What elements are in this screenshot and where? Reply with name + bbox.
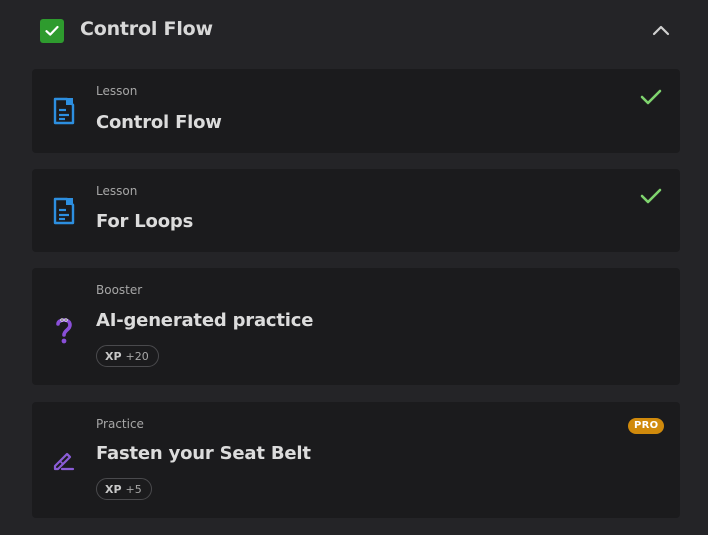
item-title: For Loops (96, 211, 194, 232)
lesson-doc-icon (52, 97, 76, 129)
xp-value: +20 (125, 349, 149, 363)
practice-card-seat-belt[interactable]: Practice Fasten your Seat Belt PRO XP +5 (32, 402, 680, 518)
xp-value: +5 (125, 482, 142, 496)
completed-check-icon (640, 187, 662, 209)
xp-label: XP (105, 482, 122, 496)
item-kind-label: Lesson (96, 184, 138, 198)
xp-reward-pill: XP +20 (96, 345, 159, 367)
xp-reward-pill: XP +5 (96, 478, 152, 500)
chevron-up-icon[interactable] (651, 22, 671, 38)
item-kind-label: Booster (96, 283, 143, 297)
section-completed-checkbox-icon (40, 19, 64, 43)
item-title: Control Flow (96, 112, 222, 133)
lesson-doc-icon (52, 197, 76, 229)
lesson-card-control-flow[interactable]: Lesson Control Flow (32, 69, 680, 153)
item-kind-label: Lesson (96, 84, 138, 98)
xp-label: XP (105, 349, 122, 363)
item-title: Fasten your Seat Belt (96, 443, 311, 464)
edit-pen-icon (52, 448, 76, 476)
lesson-card-for-loops[interactable]: Lesson For Loops (32, 169, 680, 252)
item-kind-label: Practice (96, 417, 144, 431)
item-title: AI-generated practice (96, 310, 314, 331)
pro-badge: PRO (628, 418, 665, 434)
section-title: Control Flow (80, 18, 213, 40)
question-mark-icon (54, 315, 74, 349)
booster-card-ai-practice[interactable]: Booster AI-generated practice XP +20 (32, 268, 680, 385)
completed-check-icon (640, 88, 662, 110)
section-header-control-flow[interactable]: Control Flow (0, 0, 708, 62)
